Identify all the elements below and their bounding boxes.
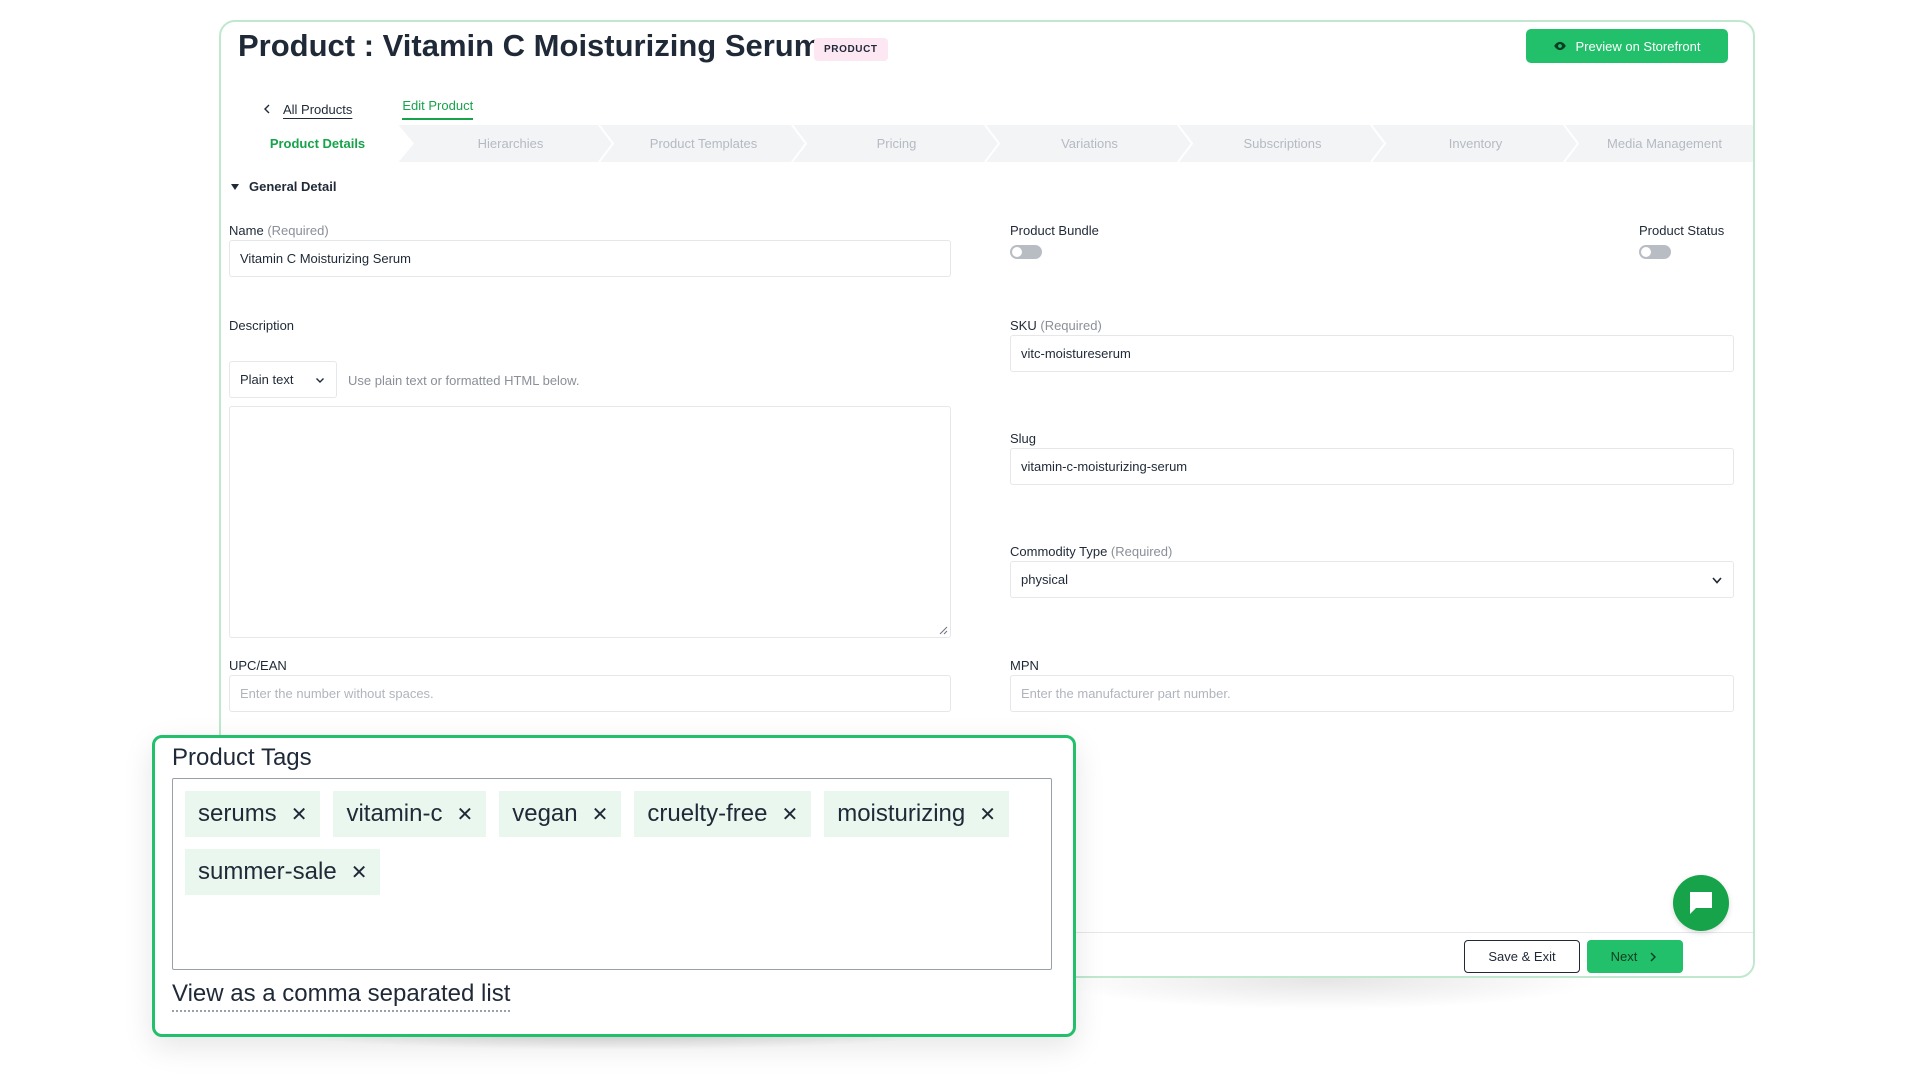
product-status-label: Product Status xyxy=(1639,223,1725,238)
slug-field[interactable]: vitamin-c-moisturizing-serum xyxy=(1010,448,1734,485)
tags-input[interactable]: serums ✕ vitamin-c ✕ vegan ✕ cruelty-free ✕ … xyxy=(172,778,1052,970)
product-type-badge: PRODUCT xyxy=(814,38,888,61)
step-separator xyxy=(791,125,808,162)
product-tags-panel: Product Tags serums ✕ vitamin-c ✕ vegan ✕ c… xyxy=(152,735,1076,1037)
tab-edit-product[interactable]: Edit Product xyxy=(402,98,474,120)
step-separator xyxy=(984,125,1001,162)
format-hint: Use plain text or formatted HTML below. xyxy=(348,373,580,388)
eye-icon xyxy=(1554,41,1567,51)
chevron-right-icon xyxy=(1650,952,1657,961)
tag-chip: summer-sale ✕ xyxy=(185,849,381,895)
chevron-down-icon xyxy=(1712,576,1722,584)
step-progress-bar: Product Details Hierarchies Product Temp… xyxy=(221,125,1753,162)
step-separator xyxy=(1370,125,1387,162)
product-status-toggle[interactable] xyxy=(1639,245,1671,259)
comma-list-link[interactable]: View as a comma separated list xyxy=(172,980,511,1012)
chevron-down-icon xyxy=(316,377,324,383)
remove-tag-icon[interactable]: ✕ xyxy=(979,802,996,827)
description-format-select[interactable]: Plain text xyxy=(229,361,337,398)
step-pricing[interactable]: Pricing xyxy=(800,125,993,162)
chat-bubble-icon xyxy=(1690,892,1712,914)
step-separator xyxy=(1177,125,1194,162)
page-title: Product : Vitamin C Moisturizing Serum xyxy=(238,28,822,63)
tag-chip: moisturizing ✕ xyxy=(824,791,1010,837)
description-label: Description xyxy=(229,318,295,333)
mpn-label: MPN xyxy=(1010,658,1039,673)
general-detail-toggle[interactable]: General Detail xyxy=(231,179,336,194)
name-label: Name (Required) xyxy=(229,223,329,238)
upc-field[interactable]: Enter the number without spaces. xyxy=(229,675,951,712)
mpn-field[interactable]: Enter the manufacturer part number. xyxy=(1010,675,1734,712)
remove-tag-icon[interactable]: ✕ xyxy=(592,802,609,827)
resize-handle-icon[interactable] xyxy=(939,626,948,635)
chevron-left-icon xyxy=(264,104,270,114)
description-textarea[interactable] xyxy=(229,406,951,638)
preview-storefront-label: Preview on Storefront xyxy=(1575,38,1701,54)
remove-tag-icon[interactable]: ✕ xyxy=(781,802,798,827)
step-hierarchies[interactable]: Hierarchies xyxy=(414,125,607,162)
sku-field[interactable]: vitc-moistureserum xyxy=(1010,335,1734,372)
commodity-type-select[interactable]: physical xyxy=(1010,561,1734,598)
product-tags-title: Product Tags xyxy=(172,744,312,771)
commodity-value: physical xyxy=(1021,572,1068,587)
tag-chip: serums ✕ xyxy=(185,791,321,837)
chat-button[interactable] xyxy=(1673,875,1729,931)
step-separator xyxy=(1563,125,1580,162)
next-button[interactable]: Next xyxy=(1587,940,1683,973)
product-bundle-label: Product Bundle xyxy=(1010,223,1099,238)
name-field[interactable]: Vitamin C Moisturizing Serum xyxy=(229,240,951,277)
all-products-label: All Products xyxy=(283,101,353,117)
commodity-type-label: Commodity Type (Required) xyxy=(1010,544,1173,559)
sub-navigation: All Products Edit Product xyxy=(261,98,474,120)
remove-tag-icon[interactable]: ✕ xyxy=(456,802,473,827)
section-title: General Detail xyxy=(249,179,337,194)
step-separator xyxy=(598,125,615,162)
product-bundle-toggle[interactable] xyxy=(1010,245,1042,259)
footer-divider xyxy=(1011,932,1753,933)
tag-chip: vitamin-c ✕ xyxy=(333,791,487,837)
all-products-link[interactable]: All Products xyxy=(261,102,352,117)
step-product-details[interactable]: Product Details xyxy=(221,125,414,162)
step-product-templates[interactable]: Product Templates xyxy=(607,125,800,162)
sku-label: SKU (Required) xyxy=(1010,318,1102,333)
step-subscriptions[interactable]: Subscriptions xyxy=(1186,125,1379,162)
caret-down-icon xyxy=(231,183,239,190)
slug-label: Slug xyxy=(1010,431,1037,446)
step-variations[interactable]: Variations xyxy=(993,125,1186,162)
step-inventory[interactable]: Inventory xyxy=(1379,125,1572,162)
save-exit-button[interactable]: Save & Exit xyxy=(1464,940,1580,973)
tag-list: serums ✕ vitamin-c ✕ vegan ✕ cruelty-free ✕ … xyxy=(185,791,1035,895)
next-label: Next xyxy=(1610,949,1638,964)
remove-tag-icon[interactable]: ✕ xyxy=(351,860,368,885)
upc-label: UPC/EAN xyxy=(229,658,287,673)
step-media-management[interactable]: Media Management xyxy=(1572,125,1753,162)
tag-chip: vegan ✕ xyxy=(499,791,622,837)
preview-storefront-button[interactable]: Preview on Storefront xyxy=(1526,29,1728,63)
remove-tag-icon[interactable]: ✕ xyxy=(291,802,308,827)
format-value: Plain text xyxy=(240,372,294,387)
tag-chip: cruelty-free ✕ xyxy=(634,791,812,837)
